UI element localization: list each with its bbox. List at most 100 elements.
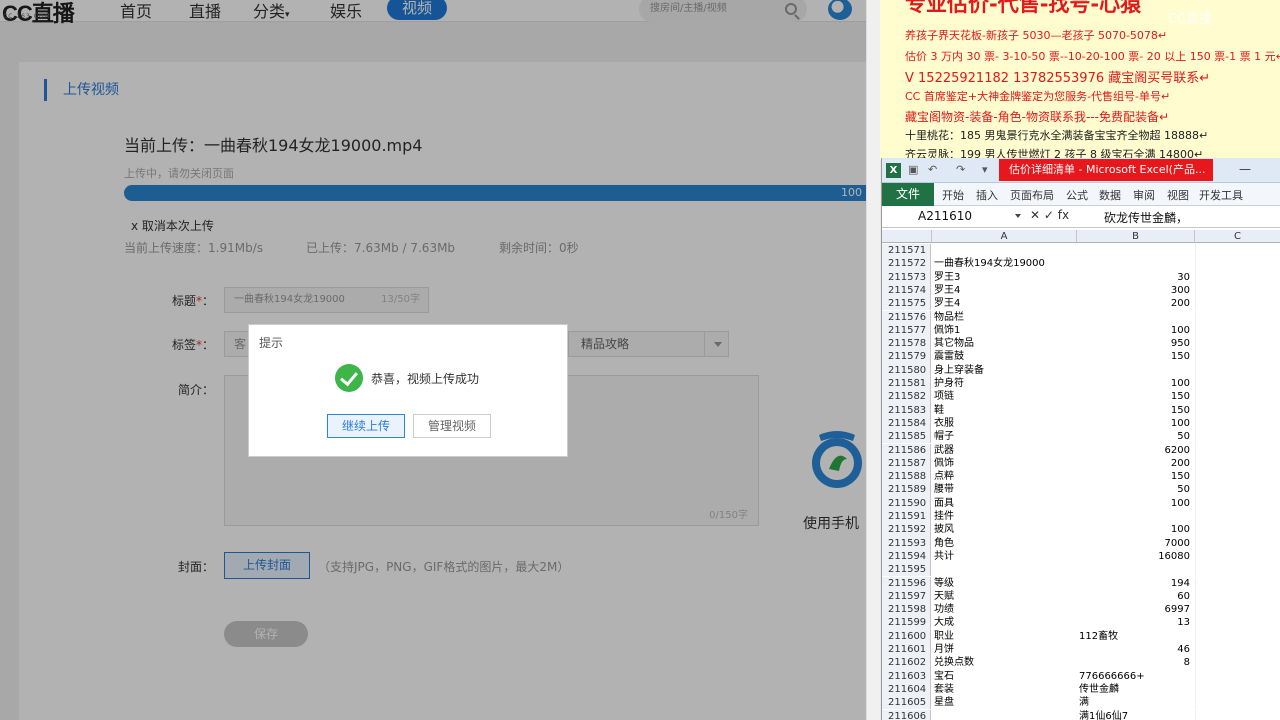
cell-c[interactable]: [1195, 270, 1280, 284]
cell-b[interactable]: 46: [1077, 643, 1194, 656]
cell-a[interactable]: [932, 563, 1076, 576]
row-number[interactable]: 211572: [882, 257, 931, 271]
cell-b[interactable]: 50: [1077, 430, 1194, 443]
cell-c[interactable]: [1195, 643, 1280, 657]
cell-a[interactable]: 腰带: [932, 483, 1076, 496]
cell-b[interactable]: 6200: [1077, 444, 1194, 457]
table-row[interactable]: 211595: [882, 563, 1280, 577]
row-number[interactable]: 211605: [882, 696, 931, 710]
cell-a[interactable]: 天赋: [932, 590, 1076, 603]
tab-view[interactable]: 视图: [1167, 187, 1189, 203]
cell-b[interactable]: 13: [1077, 616, 1194, 629]
table-row[interactable]: 211591 挂件: [882, 510, 1280, 524]
cell-a[interactable]: 佩饰: [932, 457, 1076, 470]
cell-b[interactable]: 100: [1077, 377, 1194, 390]
table-row[interactable]: 211575 罗王4 200: [882, 297, 1280, 311]
row-number[interactable]: 211584: [882, 416, 931, 431]
page-scrollbar[interactable]: [866, 0, 880, 720]
row-number[interactable]: 211579: [882, 350, 931, 364]
cell-a[interactable]: 功绩: [932, 603, 1076, 616]
cell-c[interactable]: [1195, 523, 1280, 537]
cell-b[interactable]: 776666666+: [1077, 670, 1194, 683]
cell-c[interactable]: [1195, 283, 1280, 298]
table-row[interactable]: 211580 身上穿装备: [882, 363, 1280, 377]
table-row[interactable]: 211599 大成 13: [882, 616, 1280, 630]
save-icon[interactable]: ▣: [908, 163, 918, 176]
table-row[interactable]: 211596 等级 194: [882, 576, 1280, 590]
customize-icon[interactable]: ▾: [982, 163, 988, 176]
table-row[interactable]: 211573 罗王3 30: [882, 270, 1280, 284]
row-number[interactable]: 211576: [882, 310, 931, 324]
cell-c[interactable]: [1195, 337, 1280, 351]
cell-a[interactable]: 震雷鼓: [932, 350, 1076, 363]
formula-input[interactable]: 砍龙传世金麟，: [1104, 209, 1188, 226]
row-number[interactable]: 211580: [882, 363, 931, 377]
table-row[interactable]: 211601 月饼 46: [882, 643, 1280, 657]
cell-c[interactable]: [1195, 403, 1280, 417]
table-row[interactable]: 211597 天赋 60: [882, 589, 1280, 604]
cell-a[interactable]: 职业: [932, 630, 1076, 643]
cell-b[interactable]: 150: [1077, 404, 1194, 417]
cell-b[interactable]: [1077, 510, 1194, 523]
table-row[interactable]: 211574 罗王4 300: [882, 283, 1280, 298]
table-row[interactable]: 211603 宝石 776666666+: [882, 669, 1280, 683]
table-row[interactable]: 211582 项链 150: [882, 390, 1280, 404]
tab-formulas[interactable]: 公式: [1066, 187, 1088, 203]
cell-a[interactable]: 罗王4: [932, 284, 1076, 297]
cell-c[interactable]: [1195, 363, 1280, 377]
row-number[interactable]: 211574: [882, 283, 931, 298]
cell-b[interactable]: 950: [1077, 337, 1194, 350]
cell-a[interactable]: 罗王4: [932, 297, 1076, 310]
table-row[interactable]: 211593 角色 7000: [882, 536, 1280, 550]
cell-b[interactable]: 150: [1077, 470, 1194, 483]
cell-a[interactable]: [932, 710, 1076, 720]
table-row[interactable]: 211576 物品栏: [882, 310, 1280, 324]
row-number[interactable]: 211591: [882, 510, 931, 524]
row-number[interactable]: 211577: [882, 323, 931, 338]
row-number[interactable]: 211601: [882, 643, 931, 657]
cell-c[interactable]: [1195, 350, 1280, 364]
cell-c[interactable]: [1195, 696, 1280, 710]
table-row[interactable]: 211578 其它物品 950: [882, 337, 1280, 351]
row-number[interactable]: 211573: [882, 270, 931, 284]
row-number[interactable]: 211596: [882, 576, 931, 590]
chevron-down-icon[interactable]: [1015, 214, 1021, 218]
table-row[interactable]: 211581 护身符 100: [882, 377, 1280, 391]
cell-b[interactable]: 100: [1077, 523, 1194, 536]
table-row[interactable]: 211598 功绩 6997: [882, 603, 1280, 617]
cell-a[interactable]: 面具: [932, 497, 1076, 510]
cell-b[interactable]: [1077, 257, 1194, 270]
cell-a[interactable]: 宝石: [932, 670, 1076, 683]
row-number[interactable]: 211598: [882, 603, 931, 617]
table-row[interactable]: 211587 佩饰 200: [882, 456, 1280, 471]
cell-a[interactable]: 鞋: [932, 404, 1076, 417]
cell-a[interactable]: 角色: [932, 537, 1076, 550]
cell-c[interactable]: [1195, 536, 1280, 550]
manage-video-button[interactable]: 管理视频: [413, 414, 491, 438]
cell-a[interactable]: 月饼: [932, 643, 1076, 656]
row-number[interactable]: 211597: [882, 589, 931, 604]
cell-a[interactable]: 物品栏: [932, 311, 1076, 324]
cell-b[interactable]: 60: [1077, 590, 1194, 603]
tab-file[interactable]: 文件: [882, 183, 934, 206]
table-row[interactable]: 211604 套装 传世金麟: [882, 682, 1280, 697]
table-row[interactable]: 211585 帽子 50: [882, 430, 1280, 444]
cell-c[interactable]: [1195, 470, 1280, 484]
row-number[interactable]: 211602: [882, 656, 931, 670]
table-row[interactable]: 211579 震雷鼓 150: [882, 350, 1280, 364]
cell-c[interactable]: [1195, 456, 1280, 471]
cell-c[interactable]: [1195, 709, 1280, 720]
cell-a[interactable]: 星盘: [932, 696, 1076, 709]
cell-c[interactable]: [1195, 483, 1280, 497]
cell-b[interactable]: 300: [1077, 284, 1194, 297]
cell-c[interactable]: [1195, 510, 1280, 524]
cell-a[interactable]: 套装: [932, 683, 1076, 696]
row-number[interactable]: 211599: [882, 616, 931, 630]
cell-c[interactable]: [1195, 257, 1280, 271]
cell-b[interactable]: 200: [1077, 297, 1194, 310]
table-row[interactable]: 211571: [882, 244, 1280, 258]
cell-a[interactable]: 护身符: [932, 377, 1076, 390]
cell-b[interactable]: 194: [1077, 577, 1194, 590]
cell-b[interactable]: 150: [1077, 390, 1194, 403]
cell-b[interactable]: 6997: [1077, 603, 1194, 616]
